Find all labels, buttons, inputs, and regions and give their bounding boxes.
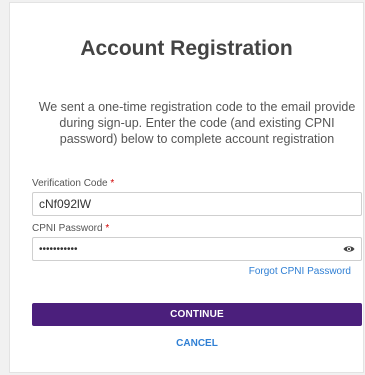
verification-code-field[interactable] bbox=[32, 192, 362, 216]
intro-line: during sign-up. Enter the code (and exis… bbox=[59, 116, 335, 130]
cpni-password-field[interactable] bbox=[32, 237, 362, 261]
verification-code-label: Verification Code * bbox=[32, 178, 114, 189]
verification-code-input[interactable] bbox=[33, 193, 329, 215]
forgot-cpni-password-link[interactable]: Forgot CPNI Password bbox=[249, 266, 351, 277]
intro-line: We sent a one-time registration code to … bbox=[38, 100, 356, 114]
registration-card: Account Registration We sent a one-time … bbox=[9, 2, 364, 373]
cpni-password-label-text: CPNI Password bbox=[32, 223, 103, 234]
cpni-password-label: CPNI Password * bbox=[32, 223, 109, 234]
intro-text: We sent a one-time registration code to … bbox=[27, 99, 363, 147]
intro-line: password) below to complete account regi… bbox=[59, 132, 335, 146]
continue-button[interactable]: CONTINUE bbox=[32, 303, 362, 326]
eye-icon[interactable] bbox=[343, 245, 355, 253]
cpni-password-input[interactable] bbox=[33, 238, 329, 260]
cancel-button[interactable]: CANCEL bbox=[32, 336, 362, 350]
required-mark: * bbox=[105, 223, 110, 234]
page-title: Account Registration bbox=[80, 37, 293, 60]
verification-code-label-text: Verification Code bbox=[32, 178, 108, 189]
required-mark: * bbox=[110, 178, 115, 189]
